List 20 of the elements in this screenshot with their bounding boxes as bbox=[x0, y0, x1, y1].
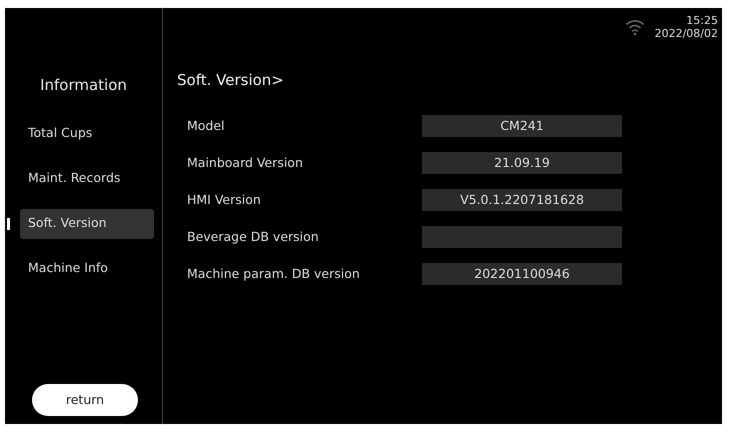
field-label: Mainboard Version bbox=[186, 154, 304, 172]
date-text: 2022/08/02 bbox=[654, 27, 718, 40]
sidebar-item[interactable]: Machine Info bbox=[20, 254, 154, 284]
time-text: 15:25 bbox=[685, 14, 718, 28]
page-heading: Soft. Version> bbox=[177, 70, 285, 91]
value-field: CM241 bbox=[422, 115, 622, 137]
value-field: V5.0.1.2207181628 bbox=[422, 189, 622, 211]
sidebar-item[interactable]: Soft. Version bbox=[20, 208, 154, 238]
selection-indicator bbox=[7, 218, 10, 230]
sidebar-title: Information bbox=[39, 75, 128, 96]
wifi-icon bbox=[624, 18, 645, 36]
field-label: Machine param. DB version bbox=[186, 264, 361, 283]
sidebar-item[interactable]: Maint. Records bbox=[20, 164, 154, 194]
field-label: Model bbox=[186, 116, 226, 135]
sidebar-item[interactable]: Total Cups bbox=[20, 118, 154, 148]
field-label: Beverage DB version bbox=[186, 228, 320, 246]
value-field: 202201100946 bbox=[422, 263, 622, 285]
value-field: 21.09.19 bbox=[422, 152, 622, 174]
field-label: HMI Version bbox=[186, 190, 262, 209]
return-button[interactable]: return bbox=[32, 384, 138, 416]
